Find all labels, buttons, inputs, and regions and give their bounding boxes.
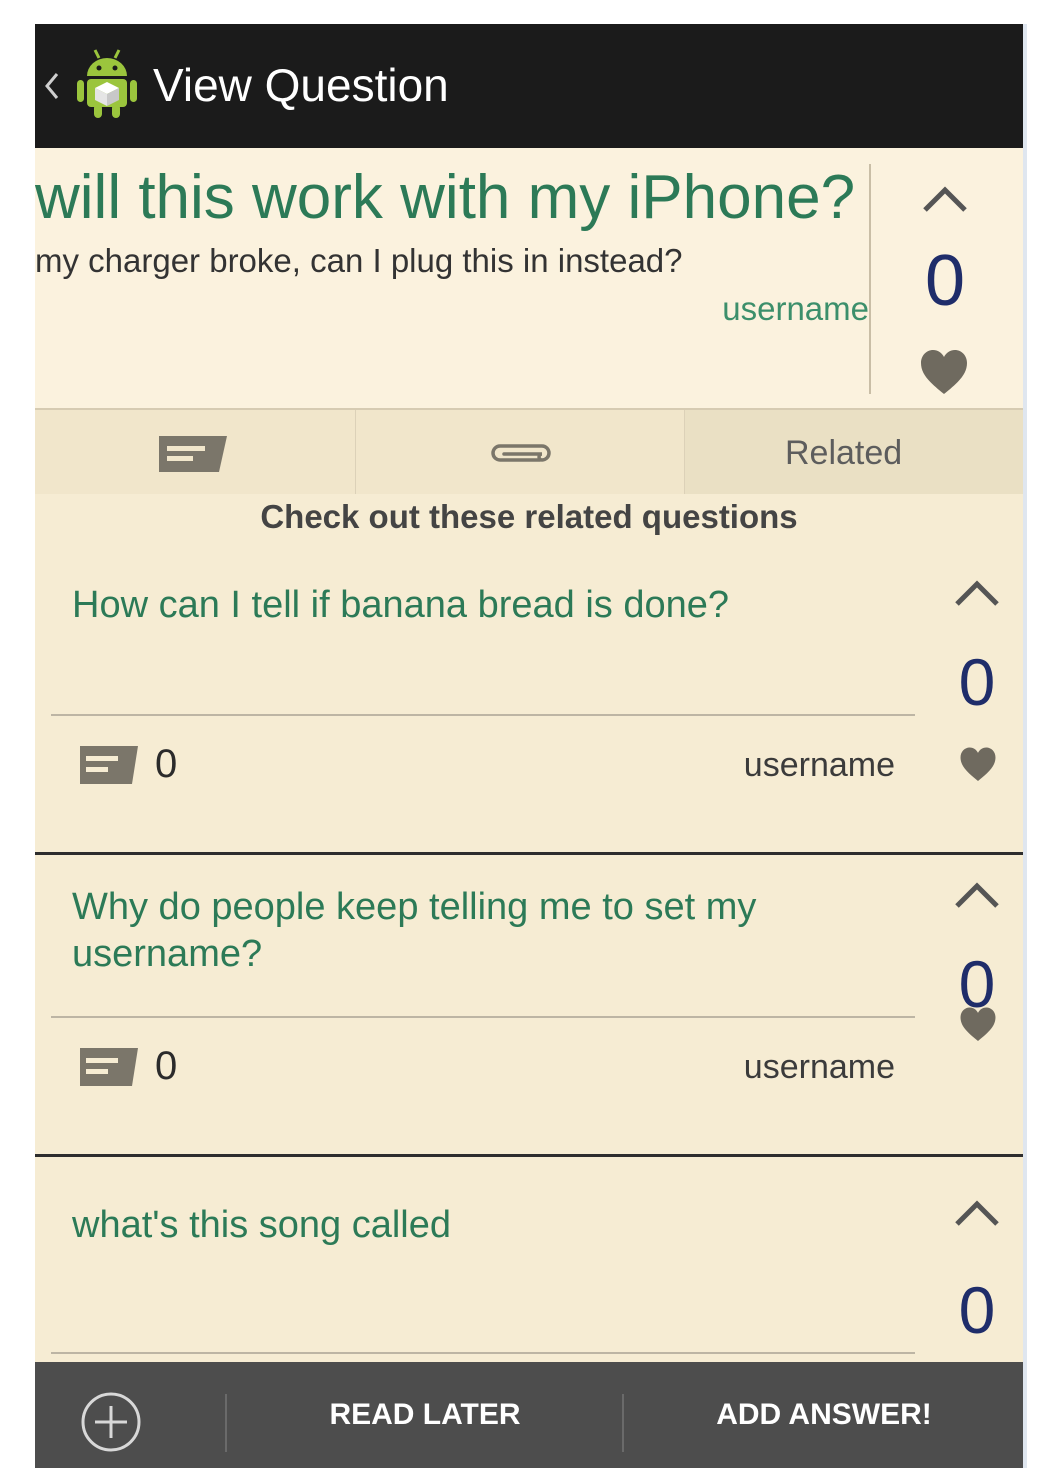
read-later-button[interactable]: READ LATER — [227, 1362, 623, 1468]
separator — [622, 1394, 624, 1452]
window-edge — [1023, 24, 1027, 1468]
chevron-up-icon[interactable] — [951, 1196, 1003, 1232]
related-question-title[interactable]: How can I tell if banana bread is done? — [72, 582, 872, 629]
divider — [51, 714, 915, 716]
paperclip-icon — [491, 444, 551, 462]
vertical-divider — [869, 164, 871, 394]
answer-count: 0 — [155, 742, 178, 786]
tab-related[interactable]: Related — [685, 410, 1023, 494]
chevron-up-icon[interactable] — [917, 180, 973, 220]
speech-bubble-icon — [80, 746, 138, 784]
speech-bubble-icon — [80, 1048, 138, 1086]
divider — [51, 1016, 915, 1018]
answer-count: 0 — [155, 1044, 178, 1088]
question-title: will this work with my iPhone? — [35, 163, 856, 232]
related-heading: Check out these related questions — [260, 498, 798, 535]
chevron-left-icon[interactable] — [39, 62, 63, 110]
heart-icon[interactable] — [959, 746, 997, 784]
tab-bar: Related — [35, 410, 1023, 494]
related-username[interactable]: username — [744, 746, 895, 785]
question-body: my charger broke, can I plug this in ins… — [35, 242, 683, 279]
related-score: 0 — [958, 645, 996, 719]
chevron-up-icon[interactable] — [951, 576, 1003, 612]
related-question-title[interactable]: what's this song called — [72, 1202, 872, 1249]
heart-icon[interactable] — [919, 348, 969, 398]
related-question-item[interactable]: How can I tell if banana bread is done? … — [35, 554, 1023, 855]
question-username[interactable]: username — [722, 290, 869, 328]
tab-attachments[interactable] — [355, 410, 685, 494]
chevron-up-icon[interactable] — [951, 878, 1003, 914]
speech-bubble-icon — [159, 436, 227, 472]
android-app-icon[interactable] — [75, 46, 139, 122]
add-answer-button[interactable]: ADD ANSWER! — [625, 1362, 1023, 1468]
app-screen: View Question will this work with my iPh… — [35, 24, 1023, 1468]
question-header: will this work with my iPhone? my charge… — [35, 148, 1023, 410]
tab-answers[interactable] — [35, 410, 355, 494]
related-question-title[interactable]: Why do people keep telling me to set my … — [72, 884, 872, 978]
related-score: 0 — [958, 1273, 996, 1347]
related-question-item[interactable]: Why do people keep telling me to set my … — [35, 856, 1023, 1157]
plus-circle-icon[interactable] — [79, 1390, 143, 1454]
question-score: 0 — [924, 241, 966, 321]
bottom-action-bar: READ LATER ADD ANSWER! — [35, 1362, 1023, 1468]
related-username[interactable]: username — [744, 1048, 895, 1087]
divider — [51, 1352, 915, 1354]
page-title: View Question — [153, 59, 449, 111]
heart-icon[interactable] — [959, 1006, 997, 1044]
action-bar: View Question — [35, 24, 1023, 148]
tab-related-label: Related — [785, 434, 903, 472]
